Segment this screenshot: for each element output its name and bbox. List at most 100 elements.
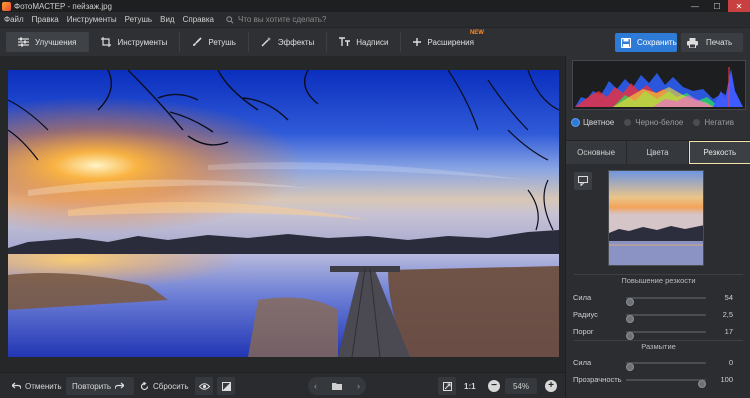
print-label: Печать <box>706 38 733 47</box>
slider-thumb[interactable] <box>626 315 634 323</box>
slider-track[interactable] <box>626 379 706 388</box>
actual-size-button[interactable]: 1:1 <box>458 377 482 395</box>
menu-help[interactable]: Справка <box>183 15 214 24</box>
sharpness-settings: Повышение резкости Сила 54 Радиус 2,5 По… <box>566 164 750 398</box>
window-title: ФотоМАСТЕР - пейзаж.jpg <box>14 1 112 11</box>
zoom-in-button[interactable]: + <box>545 380 557 392</box>
fit-to-screen-button[interactable] <box>438 377 456 395</box>
sharpen-strength-slider[interactable]: Сила 54 <box>566 292 750 306</box>
mode-label: Негатив <box>704 118 734 127</box>
plus-icon <box>413 38 422 46</box>
tab-text[interactable]: Надписи <box>327 32 402 52</box>
adjustments-panel: Цветное Черно-белое Негатив Основные Цве… <box>565 56 750 398</box>
tab-retouch[interactable]: Ретушь <box>180 32 249 52</box>
slider-track[interactable] <box>626 297 706 306</box>
slider-thumb[interactable] <box>698 380 706 388</box>
slider-track[interactable] <box>626 331 706 340</box>
slider-thumb[interactable] <box>626 332 634 340</box>
title-bar: ФотоМАСТЕР - пейзаж.jpg — ☐ ✕ <box>0 0 750 12</box>
tab-label: Расширения <box>427 37 474 47</box>
magic-wand-icon <box>261 37 271 47</box>
zoom-preview <box>608 170 704 266</box>
undo-label: Отменить <box>25 381 62 391</box>
slider-track[interactable] <box>626 362 706 371</box>
compare-button[interactable] <box>574 172 592 190</box>
redo-arrow-icon <box>115 382 125 390</box>
tab-extensions[interactable]: Расширения NEW <box>401 30 488 52</box>
tab-enhancements[interactable]: Улучшения <box>6 32 90 52</box>
brush-icon <box>193 37 202 46</box>
reset-icon <box>140 381 149 390</box>
landscape-photo[interactable] <box>8 70 559 357</box>
image-canvas <box>0 56 565 372</box>
compare-icon <box>578 176 588 186</box>
mode-color-radio[interactable]: Цветное <box>572 118 614 127</box>
sliders-icon <box>18 37 29 47</box>
menu-edit[interactable]: Правка <box>32 15 59 24</box>
maximize-icon[interactable]: ☐ <box>706 0 728 12</box>
chevron-left-icon[interactable]: ‹ <box>314 381 317 391</box>
blur-opacity-slider[interactable]: Прозрачность 100 <box>566 374 750 388</box>
chevron-right-icon[interactable]: › <box>357 381 360 391</box>
minimize-icon[interactable]: — <box>684 0 706 12</box>
tab-instruments[interactable]: Инструменты <box>89 32 181 52</box>
menu-search[interactable]: Что вы хотите сделать? <box>226 15 326 24</box>
file-navigation: ‹ › <box>308 377 366 395</box>
slider-value: 54 <box>724 293 733 302</box>
bottom-toolbar: Отменить Повторить Сбросить ‹ › 1:1 − 54… <box>0 372 565 398</box>
zoom-out-button[interactable]: − <box>488 380 500 392</box>
slider-thumb[interactable] <box>626 363 634 371</box>
slider-value: 100 <box>720 375 733 384</box>
close-icon[interactable]: ✕ <box>728 0 750 12</box>
menu-file[interactable]: Файл <box>4 15 24 24</box>
slider-thumb[interactable] <box>626 298 634 306</box>
zoom-level[interactable]: 54% <box>505 378 537 394</box>
slider-track[interactable] <box>626 314 706 323</box>
tab-colors[interactable]: Цвета <box>627 141 689 164</box>
printer-icon <box>687 37 698 48</box>
tab-label: Инструменты <box>117 37 168 47</box>
plus-icon: + <box>548 380 554 391</box>
menu-view[interactable]: Вид <box>160 15 174 24</box>
floppy-disk-icon <box>621 37 631 48</box>
tab-basic[interactable]: Основные <box>566 141 628 164</box>
save-button[interactable]: Сохранить <box>615 33 677 52</box>
tab-label: Надписи <box>356 37 389 47</box>
mode-bw-radio[interactable]: Черно-белое <box>624 118 683 127</box>
menu-tools[interactable]: Инструменты <box>67 15 117 24</box>
radio-dot <box>624 119 632 126</box>
window-controls: — ☐ ✕ <box>684 0 750 12</box>
redo-button[interactable]: Повторить <box>66 377 135 395</box>
tab-sharpness[interactable]: Резкость <box>688 141 750 164</box>
reset-button[interactable]: Сбросить <box>134 377 195 395</box>
slider-label: Сила <box>573 293 592 302</box>
new-badge: NEW <box>469 30 484 36</box>
search-placeholder: Что вы хотите сделать? <box>237 15 327 24</box>
menu-retouch[interactable]: Ретушь <box>125 15 153 24</box>
slider-value: 0 <box>728 358 733 367</box>
preview-toggle-button[interactable] <box>195 377 213 395</box>
before-after-icon <box>221 381 231 391</box>
undo-arrow-icon <box>12 382 21 390</box>
folder-icon[interactable] <box>332 382 342 390</box>
slider-label: Порог <box>573 327 594 336</box>
divider <box>574 340 743 341</box>
compare-view-button[interactable] <box>217 377 235 395</box>
minus-icon: − <box>491 380 497 391</box>
blur-strength-slider[interactable]: Сила 0 <box>566 357 750 371</box>
sharpen-threshold-slider[interactable]: Порог 17 <box>566 326 750 340</box>
mode-negative-radio[interactable]: Негатив <box>693 118 734 127</box>
sharpen-radius-slider[interactable]: Радиус 2,5 <box>566 309 750 323</box>
mode-label: Черно-белое <box>635 118 684 127</box>
save-label: Сохранить <box>637 38 677 47</box>
print-button[interactable]: Печать <box>681 33 743 52</box>
undo-button[interactable]: Отменить <box>6 377 68 395</box>
slider-value: 2,5 <box>722 310 733 319</box>
fit-screen-icon <box>442 381 452 391</box>
blur-section-title: Размытие <box>641 342 676 351</box>
tab-effects[interactable]: Эффекты <box>249 32 328 52</box>
eye-icon <box>198 382 210 390</box>
color-mode-group: Цветное Черно-белое Негатив <box>572 118 744 127</box>
radio-dot <box>693 119 701 126</box>
ratio-label: 1:1 <box>464 381 476 391</box>
